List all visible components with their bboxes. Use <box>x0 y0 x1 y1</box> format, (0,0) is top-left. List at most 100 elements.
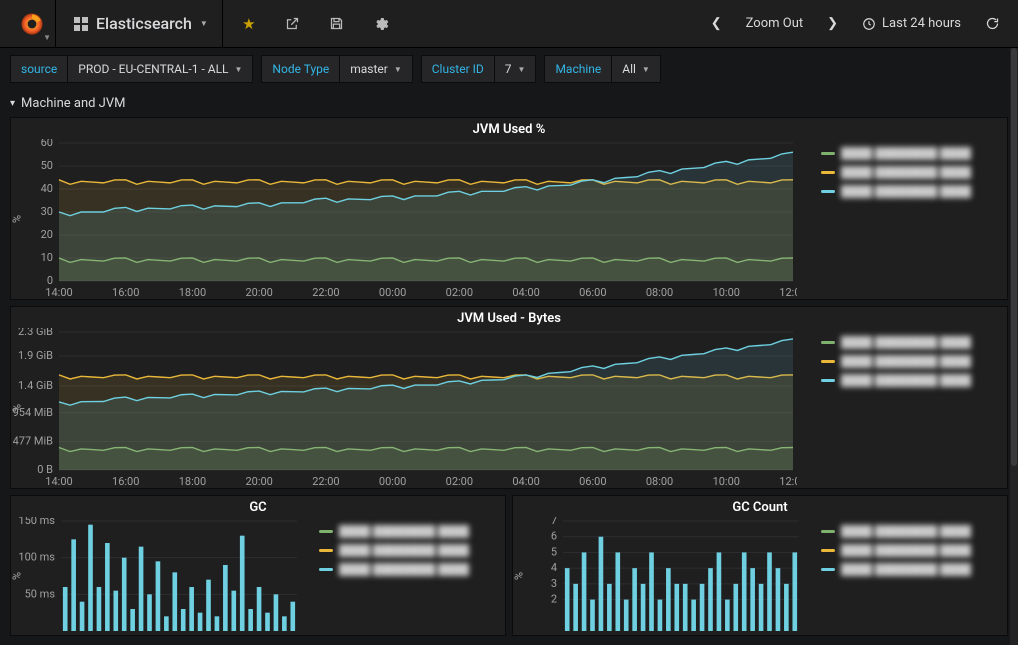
legend-item[interactable]: ████ ████████ ████ <box>821 355 1001 368</box>
legend-swatch <box>319 568 333 571</box>
svg-text:22:00: 22:00 <box>312 286 339 299</box>
legend-item[interactable]: ████ ████████ ████ <box>319 525 499 538</box>
legend-item[interactable]: ████ ████████ ████ <box>821 147 1001 160</box>
legend-swatch <box>821 530 835 533</box>
dashboard-icon <box>74 17 88 31</box>
panel-title: GC Count <box>513 496 1007 517</box>
refresh-icon <box>985 16 1000 31</box>
legend-item[interactable]: ████ ████████ ████ <box>821 185 1001 198</box>
star-icon[interactable]: ★ <box>227 0 271 48</box>
save-icon[interactable] <box>315 0 359 48</box>
legend-label: ████ ████████ ████ <box>841 525 971 538</box>
svg-text:7: 7 <box>551 517 557 527</box>
svg-text:16:00: 16:00 <box>112 475 139 488</box>
time-range-picker[interactable]: Last 24 hours <box>852 0 971 48</box>
svg-text:20: 20 <box>41 228 53 241</box>
legend-item[interactable]: ████ ████████ ████ <box>319 563 499 576</box>
share-icon[interactable] <box>271 0 315 48</box>
svg-text:3: 3 <box>551 577 557 590</box>
filter-value-dropdown[interactable]: 7▼ <box>495 55 537 83</box>
row-title: Machine and JVM <box>21 96 125 111</box>
svg-text:50: 50 <box>41 159 53 172</box>
time-next-button[interactable]: ❯ <box>817 0 848 48</box>
svg-text:477 MiB: 477 MiB <box>13 434 54 447</box>
legend-swatch <box>821 190 835 193</box>
legend: ████ ████████ ████ ████ ████████ ████ ████… <box>811 139 1007 299</box>
legend-swatch <box>821 152 835 155</box>
svg-text:40: 40 <box>41 182 53 195</box>
panel-jvm-used-pct[interactable]: JVM Used % %010203040506014:0016:0018:00… <box>10 117 1008 300</box>
panels-container: JVM Used % %010203040506014:0016:0018:00… <box>0 113 1018 640</box>
dashboard-picker[interactable]: Elasticsearch ▼ <box>60 0 223 48</box>
svg-text:30: 30 <box>41 205 53 218</box>
legend-item[interactable]: ████ ████████ ████ <box>821 336 1001 349</box>
legend-label: ████ ████████ ████ <box>841 374 971 387</box>
legend-label: ████ ████████ ████ <box>841 185 971 198</box>
filter-value-dropdown[interactable]: All▼ <box>612 55 661 83</box>
filter-label: Machine <box>544 55 612 83</box>
legend-label: ████ ████████ ████ <box>841 147 971 160</box>
svg-text:02:00: 02:00 <box>446 475 473 488</box>
legend-label: ████ ████████ ████ <box>841 336 971 349</box>
time-prev-button[interactable]: ❮ <box>701 0 732 48</box>
svg-text:20:00: 20:00 <box>245 475 272 488</box>
legend-item[interactable]: ████ ████████ ████ <box>821 166 1001 179</box>
clock-icon <box>862 17 876 31</box>
legend-label: ████ ████████ ████ <box>339 544 469 557</box>
row-header[interactable]: ▾ Machine and JVM <box>0 90 1018 113</box>
gear-icon[interactable] <box>359 0 403 48</box>
legend-item[interactable]: ████ ████████ ████ <box>821 374 1001 387</box>
legend-swatch <box>821 549 835 552</box>
legend-swatch <box>319 549 333 552</box>
legend: ████ ████████ ████ ████ ████████ ████ ████… <box>811 328 1007 488</box>
svg-text:02:00: 02:00 <box>446 286 473 299</box>
legend-label: ████ ████████ ████ <box>841 544 971 557</box>
legend-item[interactable]: ████ ████████ ████ <box>319 544 499 557</box>
legend-label: ████ ████████ ████ <box>339 563 469 576</box>
svg-text:50 ms: 50 ms <box>25 587 56 600</box>
filter-value-dropdown[interactable]: PROD - EU-CENTRAL-1 - ALL▼ <box>68 55 253 83</box>
time-nav: ❮ Zoom Out ❯ Last 24 hours <box>701 0 1010 48</box>
svg-text:22:00: 22:00 <box>312 475 339 488</box>
svg-text:100 ms: 100 ms <box>18 551 55 564</box>
legend-item[interactable]: ████ ████████ ████ <box>821 544 1001 557</box>
panel-jvm-used-bytes[interactable]: JVM Used - Bytes %0 B477 MiB954 MiB1.4 G… <box>10 306 1008 489</box>
filter-cluster-id: Cluster ID7▼ <box>421 55 537 83</box>
legend: ████ ████████ ████ ████ ████████ ████ ████… <box>811 517 1007 635</box>
filter-label: Cluster ID <box>421 55 495 83</box>
panel-title: JVM Used % <box>11 118 1007 139</box>
filter-value-dropdown[interactable]: master▼ <box>340 55 413 83</box>
svg-text:06:00: 06:00 <box>579 286 606 299</box>
legend-swatch <box>821 568 835 571</box>
svg-text:00:00: 00:00 <box>379 286 406 299</box>
legend: ████ ████████ ████ ████ ████████ ████ ████… <box>309 517 505 635</box>
panel-gc[interactable]: GC %50 ms100 ms150 ms ████ ████████ ████… <box>10 495 506 636</box>
svg-text:08:00: 08:00 <box>646 475 673 488</box>
svg-text:14:00: 14:00 <box>45 286 72 299</box>
filter-node-type: Node Typemaster▼ <box>261 55 412 83</box>
svg-text:150 ms: 150 ms <box>18 517 55 527</box>
legend-swatch <box>821 341 835 344</box>
refresh-button[interactable] <box>975 0 1010 48</box>
svg-text:04:00: 04:00 <box>512 286 539 299</box>
legend-label: ████ ████████ ████ <box>841 355 971 368</box>
filter-label: source <box>10 55 68 83</box>
legend-swatch <box>821 360 835 363</box>
svg-text:12:00: 12:00 <box>779 475 797 488</box>
legend-item[interactable]: ████ ████████ ████ <box>821 525 1001 538</box>
zoom-out-button[interactable]: Zoom Out <box>736 0 813 48</box>
svg-text:20:00: 20:00 <box>245 286 272 299</box>
panel-gc-count[interactable]: GC Count %234567 ████ ████████ ████████ … <box>512 495 1008 636</box>
svg-text:10: 10 <box>41 251 53 264</box>
legend-swatch <box>319 530 333 533</box>
legend-swatch <box>821 171 835 174</box>
dashboard-title: Elasticsearch <box>96 14 192 33</box>
chevron-down-icon: ▾ <box>10 98 15 109</box>
legend-item[interactable]: ████ ████████ ████ <box>821 563 1001 576</box>
svg-text:2.3 GiB: 2.3 GiB <box>18 328 53 338</box>
legend-label: ████ ████████ ████ <box>841 166 971 179</box>
template-variable-bar: sourcePROD - EU-CENTRAL-1 - ALL▼ Node Typ… <box>0 48 1018 90</box>
svg-text:1.9 GiB: 1.9 GiB <box>18 349 53 362</box>
grafana-logo-menu[interactable]: ▼ <box>8 0 56 48</box>
scrollbar[interactable] <box>1010 48 1018 645</box>
